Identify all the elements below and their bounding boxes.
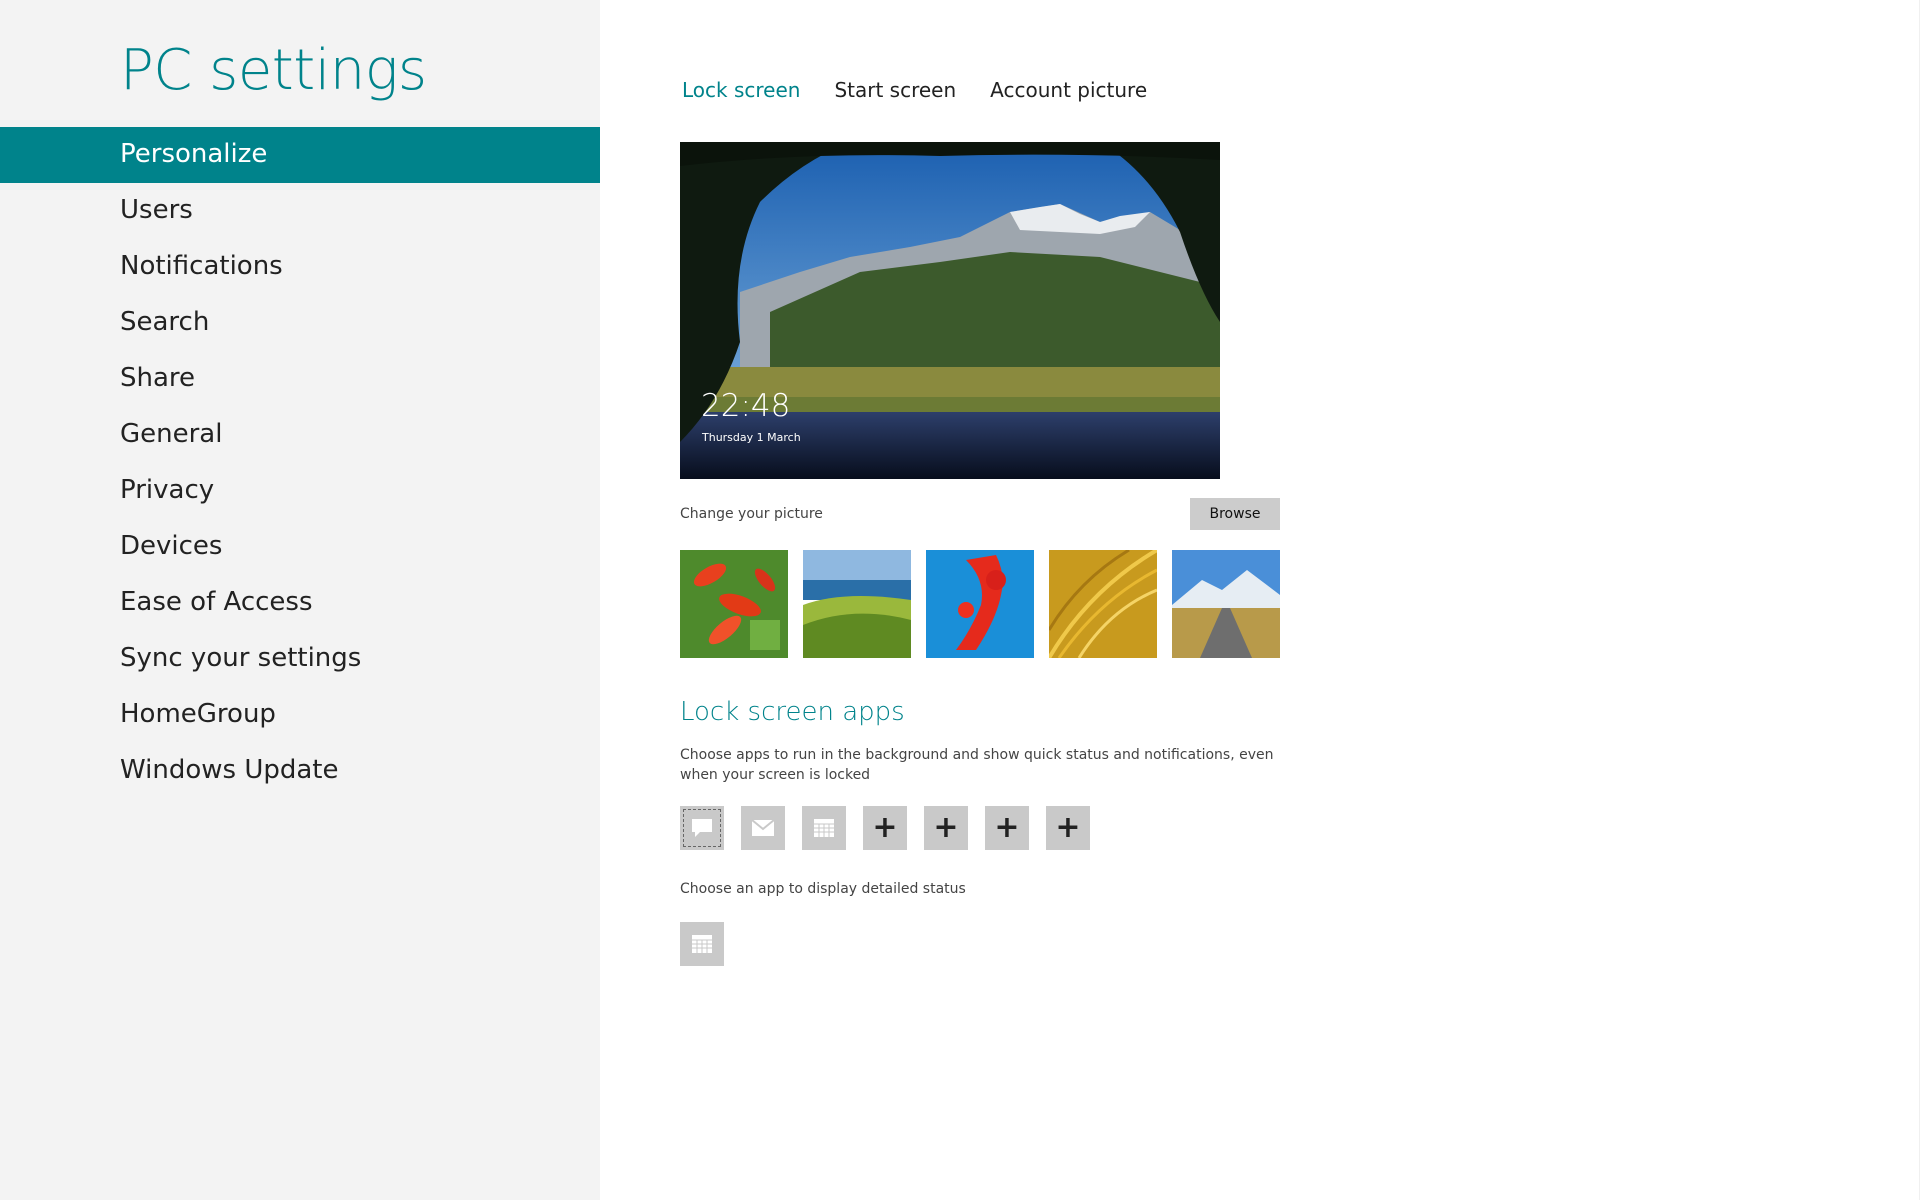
page-title: PC settings: [120, 38, 427, 103]
tab-start-screen[interactable]: Start screen: [834, 78, 956, 102]
sidebar: PC settings Personalize Users Notificati…: [0, 0, 600, 1200]
lock-screen-preview: 22:48 Thursday 1 March: [680, 142, 1220, 479]
tab-lock-screen[interactable]: Lock screen: [682, 78, 800, 102]
sidebar-item-ease-of-access[interactable]: Ease of Access: [0, 575, 600, 631]
thumbnail-coastal-hills[interactable]: [803, 550, 911, 658]
sidebar-item-users[interactable]: Users: [0, 183, 600, 239]
add-icon: +: [872, 810, 898, 845]
sidebar-item-devices[interactable]: Devices: [0, 519, 600, 575]
app-slot-add-2[interactable]: +: [924, 806, 968, 850]
preview-date: Thursday 1 March: [702, 431, 801, 444]
mail-icon: [751, 819, 775, 836]
landscape-image: [680, 142, 1220, 479]
detailed-status-app-slot[interactable]: [680, 922, 724, 966]
calendar-icon: [692, 935, 712, 953]
sidebar-item-personalize[interactable]: Personalize: [0, 127, 600, 183]
sidebar-item-notifications[interactable]: Notifications: [0, 239, 600, 295]
tab-account-picture[interactable]: Account picture: [990, 78, 1147, 102]
tab-bar: Lock screen Start screen Account picture: [682, 78, 1147, 102]
sidebar-item-general[interactable]: General: [0, 407, 600, 463]
add-icon: +: [933, 810, 959, 845]
sidebar-item-privacy[interactable]: Privacy: [0, 463, 600, 519]
app-slot-add-1[interactable]: +: [863, 806, 907, 850]
messaging-icon: [692, 819, 712, 837]
preview-time: 22:48: [701, 388, 791, 424]
app-slot-calendar[interactable]: [802, 806, 846, 850]
thumbnail-red-coral[interactable]: [926, 550, 1034, 658]
add-icon: +: [994, 810, 1020, 845]
app-slot-add-4[interactable]: +: [1046, 806, 1090, 850]
app-slot-mail[interactable]: [741, 806, 785, 850]
detailed-status-label: Choose an app to display detailed status: [680, 881, 966, 897]
app-slot-messaging[interactable]: [680, 806, 724, 850]
sidebar-item-search[interactable]: Search: [0, 295, 600, 351]
app-slot-add-3[interactable]: +: [985, 806, 1029, 850]
thumbnail-golden-grass[interactable]: [1049, 550, 1157, 658]
change-picture-label: Change your picture: [680, 506, 823, 522]
picture-thumbnails: [680, 550, 1280, 658]
thumbnail-red-flowers[interactable]: [680, 550, 788, 658]
calendar-icon: [814, 819, 834, 837]
browse-button[interactable]: Browse: [1190, 498, 1280, 530]
add-icon: +: [1055, 810, 1081, 845]
sidebar-item-homegroup[interactable]: HomeGroup: [0, 687, 600, 743]
sidebar-nav: Personalize Users Notifications Search S…: [0, 127, 600, 799]
lock-screen-apps-description: Choose apps to run in the background and…: [680, 747, 1274, 783]
sidebar-item-sync-settings[interactable]: Sync your settings: [0, 631, 600, 687]
thumbnail-mountain-road[interactable]: [1172, 550, 1280, 658]
lock-screen-app-slots: + + + +: [680, 806, 1090, 850]
lock-screen-apps-title: Lock screen apps: [680, 697, 905, 727]
sidebar-item-share[interactable]: Share: [0, 351, 600, 407]
main-content: Lock screen Start screen Account picture: [600, 0, 1920, 1200]
sidebar-item-windows-update[interactable]: Windows Update: [0, 743, 600, 799]
